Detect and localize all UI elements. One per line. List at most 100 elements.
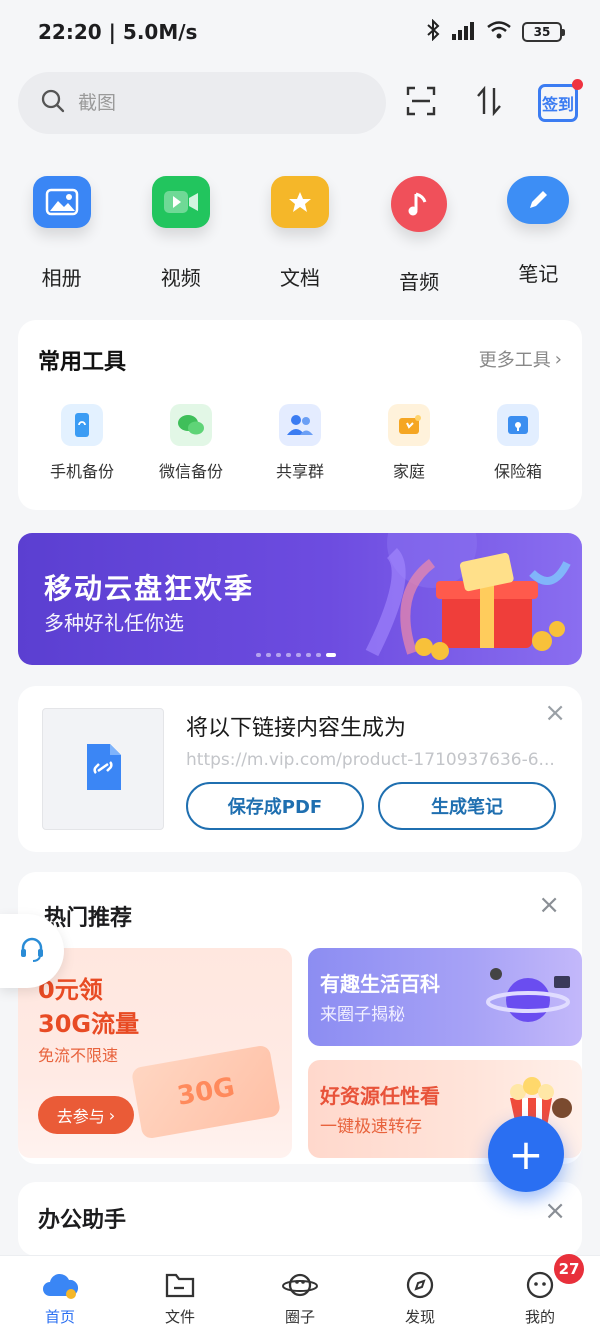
quick-label: 文档 xyxy=(279,266,320,290)
tool-phone-backup[interactable]: 手机备份 xyxy=(30,404,134,482)
wifi-icon xyxy=(486,20,512,45)
phone-backup-icon xyxy=(61,404,103,446)
promo-line3: 免流不限速 xyxy=(38,1046,119,1065)
tool-label: 家庭 xyxy=(392,462,425,481)
notification-dot xyxy=(572,79,583,90)
save-pdf-button[interactable]: 保存成PDF xyxy=(186,782,364,830)
promo-life-card[interactable]: 有趣生活百科 来圈子揭秘 xyxy=(308,948,582,1046)
headset-icon xyxy=(18,935,46,967)
close-icon[interactable]: × xyxy=(538,890,560,920)
tools-row: 手机备份 微信备份 共享群 家庭 保险箱 xyxy=(30,404,570,482)
nav-item-files[interactable]: 文件 xyxy=(120,1266,240,1327)
promo-banner[interactable]: 移动云盘狂欢季 多种好礼任你选 xyxy=(18,533,582,665)
wechat-backup-icon xyxy=(170,404,212,446)
close-icon[interactable]: × xyxy=(544,698,566,728)
join-button[interactable]: 去参与 › xyxy=(38,1096,134,1134)
status-time: 22:20 xyxy=(38,20,102,44)
share-group-icon xyxy=(279,404,321,446)
transfer-icon xyxy=(475,85,503,120)
safe-box-icon xyxy=(497,404,539,446)
tools-card: 常用工具 更多工具 › 手机备份 微信备份 共享群 家庭 保险箱 xyxy=(18,320,582,510)
link-card-title: 将以下链接内容生成为 xyxy=(186,716,407,741)
tool-share-group[interactable]: 共享群 xyxy=(248,404,352,482)
nav-label: 圈子 xyxy=(284,1308,315,1326)
planet-illustration xyxy=(486,968,570,1022)
scan-button[interactable] xyxy=(402,84,440,122)
banner-dot xyxy=(286,653,291,657)
quick-item-album[interactable]: 相册 xyxy=(12,176,112,296)
quick-item-document[interactable]: 文档 xyxy=(250,176,350,296)
banner-dot xyxy=(256,653,261,657)
banner-dot xyxy=(266,653,271,657)
nav-item-profile[interactable]: 我的 27 xyxy=(480,1254,600,1327)
quick-label: 笔记 xyxy=(518,262,559,286)
promo-r1-sub: 来圈子揭秘 xyxy=(320,1005,405,1025)
promo-traffic-card[interactable]: 0元领 30G流量 免流不限速 30G 去参与 › xyxy=(18,948,292,1158)
search-row: 签到 xyxy=(18,72,583,134)
search-box[interactable] xyxy=(18,72,386,134)
note-icon xyxy=(507,176,570,224)
notification-badge: 27 xyxy=(554,1254,584,1284)
signin-button[interactable]: 签到 xyxy=(538,79,583,122)
more-tools-link[interactable]: 更多工具 › xyxy=(479,346,562,372)
search-input[interactable] xyxy=(78,92,338,114)
promo-r2-sub: 一键极速转存 xyxy=(320,1117,422,1137)
link-convert-card: 将以下链接内容生成为 https://m.vip.com/product-171… xyxy=(18,686,582,852)
office-title: 办公助手 xyxy=(38,1208,127,1233)
banner-dot xyxy=(306,653,311,657)
scan-icon xyxy=(406,86,436,120)
hot-recommend-card: 热门推荐 × 0元领 30G流量 免流不限速 30G 去参与 › 有趣生活百科 … xyxy=(18,872,582,1164)
quick-item-video[interactable]: 视频 xyxy=(131,176,231,296)
nav-label: 我的 xyxy=(524,1308,555,1326)
bottom-nav: 首页 文件 圈子 发现 我的 27 xyxy=(0,1254,600,1333)
nav-item-circle[interactable]: 圈子 xyxy=(240,1266,360,1327)
nav-item-home[interactable]: 首页 xyxy=(0,1266,120,1327)
nav-label: 发现 xyxy=(404,1308,435,1326)
close-icon[interactable]: × xyxy=(544,1196,566,1226)
banner-dot xyxy=(296,653,301,657)
quick-item-audio[interactable]: 音频 xyxy=(369,176,469,296)
compass-icon xyxy=(401,1266,439,1304)
nav-item-discover[interactable]: 发现 xyxy=(360,1266,480,1327)
tools-title: 常用工具 xyxy=(38,350,127,375)
tool-wechat-backup[interactable]: 微信备份 xyxy=(139,404,243,482)
add-button[interactable]: + xyxy=(488,1116,564,1192)
signal-icon xyxy=(450,20,476,45)
search-icon xyxy=(40,88,66,118)
quick-item-note[interactable]: 笔记 xyxy=(488,176,588,296)
document-icon xyxy=(270,176,329,228)
link-file-icon xyxy=(83,742,123,796)
tool-label: 手机备份 xyxy=(49,462,114,481)
tool-safe-box[interactable]: 保险箱 xyxy=(466,404,570,482)
quick-access-row: 相册 视频 文档 音频 笔记 xyxy=(0,176,600,296)
office-assistant-card: 办公助手 × xyxy=(18,1182,582,1256)
gift-box-illustration xyxy=(365,533,571,660)
status-icons: 35 xyxy=(426,18,565,46)
video-icon xyxy=(151,176,210,228)
nav-label: 首页 xyxy=(44,1308,75,1326)
promo-r1-title: 有趣生活百科 xyxy=(320,972,440,996)
banner-title: 移动云盘狂欢季 xyxy=(44,572,255,605)
folder-icon xyxy=(161,1266,199,1304)
tool-label: 保险箱 xyxy=(493,462,542,481)
tool-label: 微信备份 xyxy=(158,462,223,481)
planet-icon xyxy=(281,1266,319,1304)
signin-label: 签到 xyxy=(541,95,574,114)
banner-subtitle: 多种好礼任你选 xyxy=(44,611,184,635)
link-url: https://m.vip.com/product-1710937636-6..… xyxy=(186,750,555,770)
generate-note-button[interactable]: 生成笔记 xyxy=(378,782,556,830)
banner-dot xyxy=(276,653,281,657)
transfer-button[interactable] xyxy=(470,84,508,122)
status-speed: 5.0M/s xyxy=(122,20,198,44)
chevron-right-icon: › xyxy=(554,348,562,370)
banner-dot-active xyxy=(326,653,336,657)
chevron-right-icon: › xyxy=(108,1105,116,1125)
quick-label: 音频 xyxy=(399,270,440,294)
promo-ticket: 30G xyxy=(130,1044,282,1140)
promo-line2: 30G流量 xyxy=(38,1010,140,1038)
banner-dot xyxy=(316,653,321,657)
top-actions: 签到 xyxy=(402,79,583,122)
nav-label: 文件 xyxy=(164,1308,195,1326)
plus-icon: + xyxy=(508,1129,544,1179)
tool-family[interactable]: 家庭 xyxy=(357,404,461,482)
